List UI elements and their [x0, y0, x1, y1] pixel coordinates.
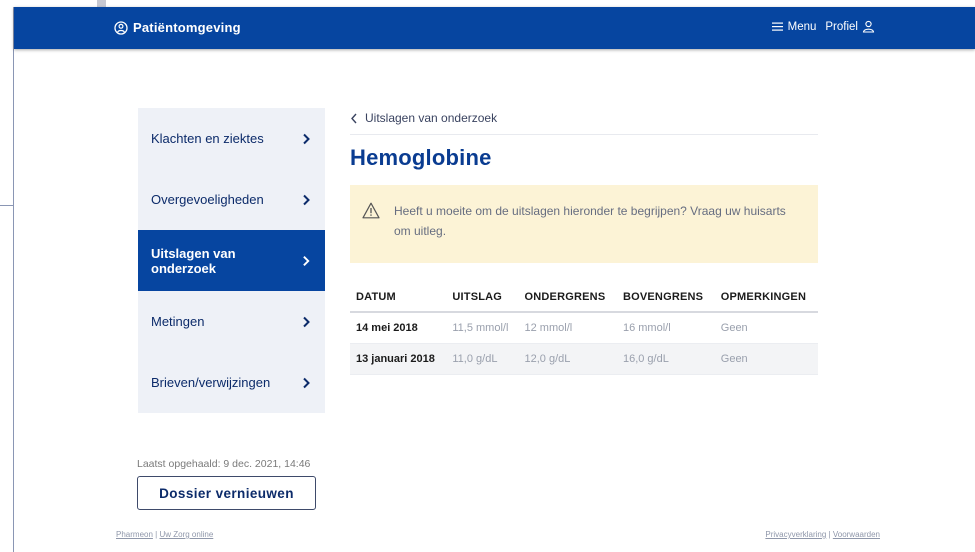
top-bar: Patiëntomgeving Menu Profiel — [14, 7, 975, 49]
last-fetched-text: Laatst opgehaald: 9 dec. 2021, 14:46 — [137, 458, 311, 470]
brand[interactable]: Patiëntomgeving — [114, 20, 241, 35]
sidebar-item-label: Overgevoeligheden — [151, 192, 264, 207]
footer-link-uw-zorg-online[interactable]: Uw Zorg online — [159, 530, 213, 539]
chevron-right-icon — [303, 133, 310, 144]
table-cell: 11,5 mmol/l — [446, 312, 519, 344]
sidebar-item-brieven[interactable]: Brieven/verwijzingen — [138, 352, 325, 413]
footer-right-links: Privacyverklaring | Voorwaarden — [765, 530, 880, 539]
info-alert: Heeft u moeite om de uitslagen hieronder… — [350, 185, 818, 263]
alert-text: Heeft u moeite om de uitslagen hieronder… — [394, 204, 786, 238]
column-header: UITSLAG — [446, 285, 519, 313]
footer-separator: | — [828, 530, 831, 539]
footer-link-pharmeon[interactable]: Pharmeon — [116, 530, 153, 539]
profile-button[interactable]: Profiel — [825, 20, 875, 33]
column-header: DATUM — [350, 285, 447, 313]
sidebar-item-label: Brieven/verwijzingen — [151, 375, 271, 390]
table-cell: 14 mei 2018 — [350, 312, 447, 344]
hamburger-icon — [771, 22, 783, 31]
sidebar-nav: Klachten en ziektes Overgevoeligheden Ui… — [138, 108, 325, 413]
footer-separator: | — [155, 530, 158, 539]
top-nav: Menu Profiel — [771, 20, 875, 33]
sidebar-item-label: Klachten en ziektes — [151, 131, 264, 146]
sidebar-item-label: Uitslagen van onderzoek — [151, 245, 236, 276]
chevron-right-icon — [303, 377, 310, 388]
table-cell: 16,0 g/dL — [616, 343, 715, 375]
window-edge-top — [0, 0, 975, 7]
footer-link-voorwaarden[interactable]: Voorwaarden — [833, 530, 880, 539]
results-table: DATUM UITSLAG ONDERGRENS BOVENGRENS OPME… — [350, 285, 818, 375]
footer-left-links: Pharmeon | Uw Zorg online — [116, 530, 213, 539]
brand-name: Patiëntomgeving — [133, 20, 241, 35]
table-cell: 11,0 g/dL — [446, 343, 519, 375]
window-edge-mark — [0, 205, 14, 206]
warning-triangle-icon — [362, 202, 380, 219]
sidebar-item-uitslagen[interactable]: Uitslagen van onderzoek — [138, 230, 325, 291]
chevron-right-icon — [303, 316, 310, 327]
chevron-right-icon — [303, 194, 310, 205]
back-link-label: Uitslagen van onderzoek — [365, 111, 498, 125]
refresh-dossier-button[interactable]: Dossier vernieuwen — [137, 476, 316, 510]
page-title: Hemoglobine — [350, 145, 492, 170]
main-content: Uitslagen van onderzoek Hemoglobine Heef… — [350, 110, 818, 375]
chevron-left-icon — [351, 113, 357, 123]
footer-link-privacy[interactable]: Privacyverklaring — [765, 530, 826, 539]
table-header-row: DATUM UITSLAG ONDERGRENS BOVENGRENS OPME… — [350, 285, 818, 313]
sidebar-item-metingen[interactable]: Metingen — [138, 291, 325, 352]
divider — [350, 134, 818, 135]
sidebar-item-klachten[interactable]: Klachten en ziektes — [138, 108, 325, 169]
chevron-right-icon — [303, 255, 310, 266]
user-icon — [862, 20, 875, 33]
column-header: OPMERKINGEN — [714, 285, 818, 313]
table-row: 14 mei 2018 11,5 mmol/l 12 mmol/l 16 mmo… — [350, 312, 818, 344]
menu-button[interactable]: Menu — [771, 20, 817, 33]
profile-label: Profiel — [825, 20, 858, 33]
window-edge-tab — [97, 0, 106, 7]
column-header: ONDERGRENS — [518, 285, 617, 313]
brand-logo-icon — [114, 20, 128, 35]
table-cell: Geen — [714, 343, 818, 375]
table-cell: 12,0 g/dL — [518, 343, 617, 375]
back-link[interactable]: Uitslagen van onderzoek — [350, 110, 818, 126]
table-cell: 12 mmol/l — [518, 312, 617, 344]
table-cell: 13 januari 2018 — [350, 343, 447, 375]
menu-label: Menu — [787, 20, 817, 33]
sidebar-item-overgevoeligheden[interactable]: Overgevoeligheden — [138, 169, 325, 230]
table-cell: 16 mmol/l — [616, 312, 715, 344]
window-edge-left — [13, 7, 14, 552]
table-row: 13 januari 2018 11,0 g/dL 12,0 g/dL 16,0… — [350, 343, 818, 375]
sidebar-item-label: Metingen — [151, 314, 205, 329]
column-header: BOVENGRENS — [616, 285, 715, 313]
table-cell: Geen — [714, 312, 818, 344]
